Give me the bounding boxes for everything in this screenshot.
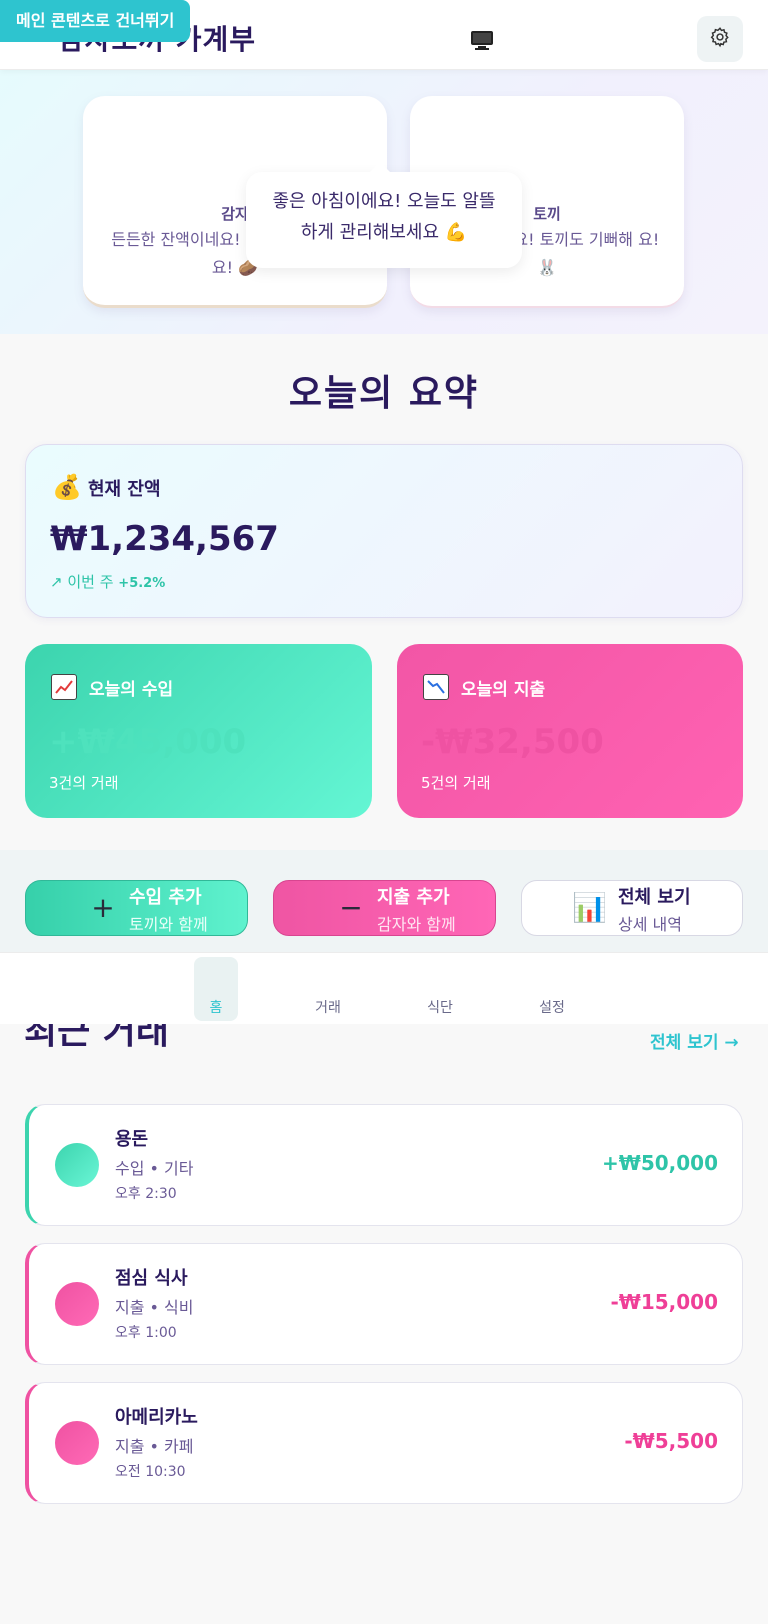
transaction-amount: -₩5,500 [624,1429,718,1453]
expense-count: 5건의 거래 [421,774,491,792]
gear-icon [709,26,731,52]
summary-title: 오늘의 요약 [288,373,480,414]
expense-amount: -₩32,500 [421,722,604,762]
balance-trend: ↗ 이번 주 +5.2% [50,571,165,592]
nav-item-settings[interactable]: 설정 [530,957,574,1021]
transaction-amount: +₩50,000 [602,1151,718,1175]
money-bag-icon: 💰 [52,473,82,501]
transaction-category-icon [55,1282,99,1326]
today-expense-card: 오늘의 지출 -₩32,500 5건의 거래 [397,644,743,818]
monitor-icon [470,29,494,55]
see-all-transactions-link[interactable]: 전체 보기 → [650,1028,739,1053]
transaction-meta: 지출 • 식비 [115,1298,194,1317]
transaction-item[interactable]: 용돈 수입 • 기타 오후 2:30 +₩50,000 [25,1104,743,1226]
view-all-title: 전체 보기 [618,887,691,908]
quick-actions-bar: + 수입 추가 토끼와 함께 − 지출 추가 감자와 함께 📊 전체 보기 상세… [0,850,768,952]
today-income-card: 오늘의 수입 +₩45,000 3건의 거래 [25,644,372,818]
nav-item-transactions[interactable]: 거래 [306,957,350,1021]
display-mode-button[interactable] [460,22,504,62]
bottom-nav: 홈 거래 식단 설정 [0,952,768,1024]
expense-label: 오늘의 지출 [461,680,546,700]
nav-item-meal[interactable]: 식단 [418,957,462,1021]
add-expense-title: 지출 추가 [377,887,450,908]
add-income-title: 수입 추가 [129,887,202,908]
trend-value: +5.2% [118,576,166,591]
transaction-time: 오후 1:00 [115,1325,177,1341]
transaction-item[interactable]: 아메리카노 지출 • 카페 오전 10:30 -₩5,500 [25,1382,743,1504]
skip-to-content-link[interactable]: 메인 콘텐츠로 건너뛰기 [0,0,191,42]
transaction-amount: -₩15,000 [610,1290,718,1314]
transaction-meta: 수입 • 기타 [115,1159,194,1178]
nav-item-home[interactable]: 홈 [194,957,238,1021]
transaction-item[interactable]: 점심 식사 지출 • 식비 오후 1:00 -₩15,000 [25,1243,743,1365]
bar-chart-icon: 📊 [572,891,607,924]
transaction-name: 아메리카노 [115,1407,198,1428]
view-all-subtitle: 상세 내역 [618,915,682,934]
transaction-time: 오후 2:30 [115,1186,177,1202]
view-all-button[interactable]: 📊 전체 보기 상세 내역 [521,880,743,936]
minus-icon: − [339,891,363,924]
chart-down-icon [423,674,449,700]
transaction-category-icon [55,1143,99,1187]
income-label: 오늘의 수입 [89,680,174,700]
balance-amount: ₩1,234,567 [50,519,279,559]
trend-label: ↗ 이번 주 [50,573,114,591]
income-count: 3건의 거래 [49,774,119,792]
income-amount: +₩45,000 [49,722,247,762]
transaction-time: 오전 10:30 [115,1464,186,1480]
transaction-category-icon [55,1421,99,1465]
balance-card: 💰 현재 잔액 ₩1,234,567 ↗ 이번 주 +5.2% [25,444,743,618]
add-expense-button[interactable]: − 지출 추가 감자와 함께 [273,880,496,936]
chart-up-icon [51,674,77,700]
balance-label: 현재 잔액 [88,479,161,500]
transaction-meta: 지출 • 카페 [115,1437,194,1456]
add-income-subtitle: 토끼와 함께 [129,915,208,934]
settings-button[interactable] [697,16,743,62]
plus-icon: + [91,891,115,924]
greeting-tooltip: 좋은 아침이에요! 오늘도 알뜰하게 관리해보세요 💪 [246,162,522,268]
transaction-name: 점심 식사 [115,1268,188,1289]
transaction-name: 용돈 [115,1129,149,1150]
add-income-button[interactable]: + 수입 추가 토끼와 함께 [25,880,248,936]
add-expense-subtitle: 감자와 함께 [377,915,456,934]
